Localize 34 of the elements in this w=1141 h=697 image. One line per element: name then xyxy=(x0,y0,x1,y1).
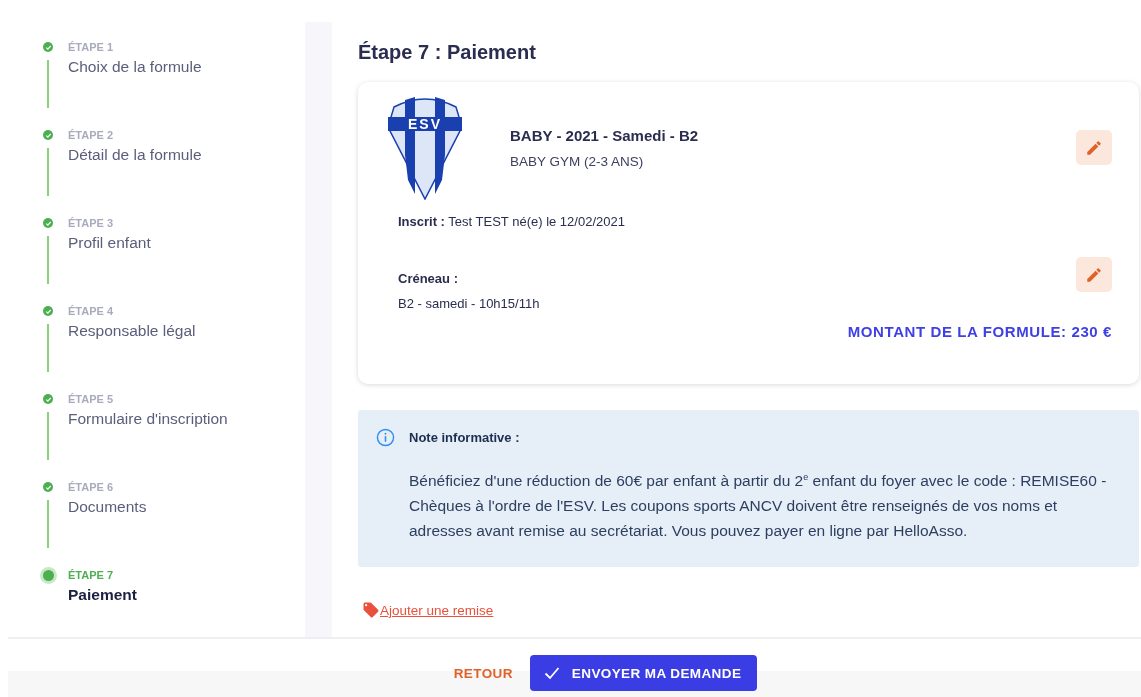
formula-category: BABY GYM (2-3 ANS) xyxy=(510,154,644,169)
check-icon xyxy=(543,666,560,680)
step-name: Responsable légal xyxy=(68,322,196,339)
step-name: Formulaire d'inscription xyxy=(68,410,228,427)
step-name: Paiement xyxy=(68,586,137,603)
back-button[interactable]: RETOUR xyxy=(453,655,513,691)
step-label: ÉTAPE 3 xyxy=(68,216,115,231)
registrant-info: Inscrit : Test TEST né(e) le 12/02/2021 xyxy=(398,214,625,229)
step-label: ÉTAPE 6 xyxy=(68,480,115,495)
slot-value: B2 - samedi - 10h15/11h xyxy=(398,296,540,311)
formula-title: BABY - 2021 - Samedi - B2 xyxy=(510,127,699,144)
step-label: ÉTAPE 1 xyxy=(68,40,115,55)
edit-button[interactable] xyxy=(1076,130,1112,165)
note-text: Bénéficiez d'une réduction de 60€ par enfant à partir du 2$^{e}$ enfant du foyer avec le code : REMISE60 - Chèques à l'ordre de l'ESV. Les coupons sports ANCV doivent être renseignés de vos noms et adresses avant remise au secrétariat. Vous pouvez payer en ligne par HelloAsso. xyxy=(409,471,1108,542)
formula-amount: MONTANT DE LA FORMULE: 230 € xyxy=(847,323,1112,340)
pencil-icon xyxy=(1085,265,1103,284)
club-logo: ESV xyxy=(388,95,462,200)
step-label: ÉTAPE 4 xyxy=(68,304,115,319)
step-label: ÉTAPE 2 xyxy=(68,128,115,143)
info-icon xyxy=(376,428,395,447)
add-discount-link[interactable]: Ajouter une remise xyxy=(380,602,494,618)
page-title: Étape 7 : Paiement xyxy=(358,40,536,64)
step-name: Choix de la formule xyxy=(68,58,202,75)
step-label: ÉTAPE 5 xyxy=(68,392,115,407)
pencil-icon xyxy=(1085,138,1103,157)
note-title: Note informative : xyxy=(409,430,520,445)
slot-label: Créneau : xyxy=(398,271,458,286)
step-name: Documents xyxy=(68,498,147,515)
edit-button[interactable] xyxy=(1076,257,1112,292)
submit-button[interactable]: ENVOYER MA DEMANDE xyxy=(529,655,758,691)
step-name: Détail de la formule xyxy=(68,146,202,163)
step-label: ÉTAPE 7 xyxy=(68,568,115,583)
tag-icon xyxy=(362,601,380,619)
step-name: Profil enfant xyxy=(68,234,151,251)
